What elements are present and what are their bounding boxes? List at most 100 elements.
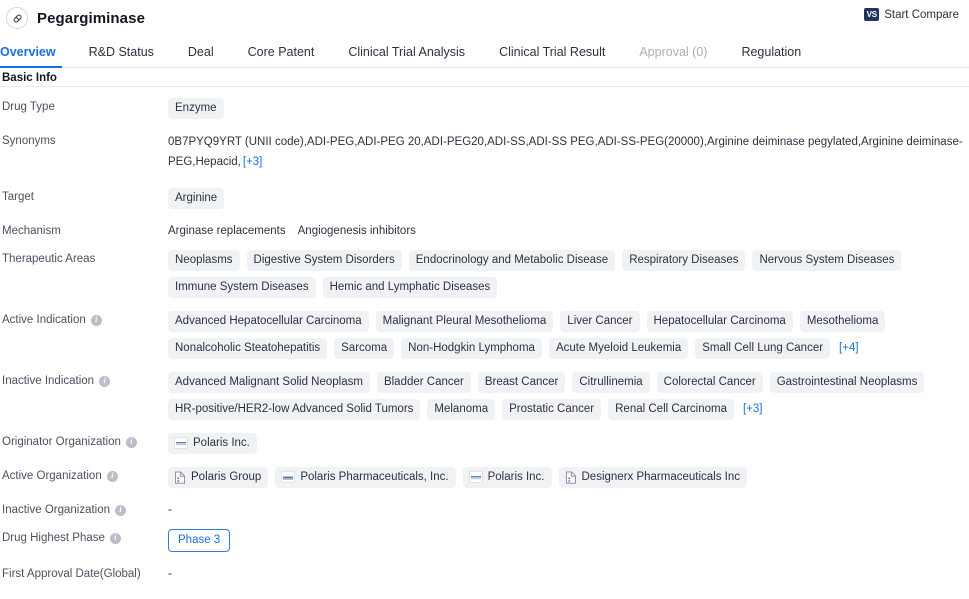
tab-deal[interactable]: Deal <box>171 45 231 67</box>
label-synonyms: Synonyms <box>0 132 168 147</box>
chip-list-inactive-indication: Advanced Malignant Solid Neoplasm Bladde… <box>168 372 963 420</box>
company-building-icon <box>565 471 577 484</box>
label-inactive-indication-text: Inactive Indication <box>2 375 95 387</box>
info-icon[interactable]: i <box>106 470 118 482</box>
info-icon[interactable]: i <box>125 436 137 448</box>
chip-item[interactable]: Respiratory Diseases <box>622 250 746 271</box>
tab-clinical-trial-result[interactable]: Clinical Trial Result <box>482 45 622 67</box>
first-approval-date-empty: - <box>168 568 172 580</box>
value-drug-highest-phase: Phase 3 <box>168 529 969 552</box>
label-therapeutic-areas-text: Therapeutic Areas <box>2 253 96 265</box>
info-icon[interactable]: i <box>115 504 127 516</box>
value-first-approval-date: - <box>168 565 969 580</box>
org-name: Designerx Pharmaceuticals Inc <box>581 471 741 483</box>
chip-item[interactable]: Immune System Diseases <box>168 277 316 298</box>
chip-item[interactable]: Mesothelioma <box>799 311 886 332</box>
label-originator-organization-text: Originator Organization <box>2 436 121 448</box>
active-indication-more-link[interactable]: [+4] <box>837 338 861 359</box>
value-drug-type: Enzyme <box>168 98 969 119</box>
mechanism-item[interactable]: Angiogenesis inhibitors <box>298 225 416 237</box>
value-target: Arginine <box>168 188 969 209</box>
info-icon[interactable]: i <box>109 532 121 544</box>
label-active-indication: Active Indication i <box>0 311 168 326</box>
chip-list-therapeutic-areas: Neoplasms Digestive System Disorders End… <box>168 250 963 298</box>
chip-list-active-organization: Polaris Group Polaris Pharmaceuticals, I… <box>168 467 963 488</box>
label-drug-type-text: Drug Type <box>2 101 55 113</box>
label-synonyms-text: Synonyms <box>2 135 56 147</box>
chip-item[interactable]: Malignant Pleural Mesothelioma <box>375 311 554 332</box>
mechanism-item[interactable]: Arginase replacements <box>168 225 286 237</box>
value-synonyms: 0B7PYQ9YRT (UNII code),ADI-PEG,ADI-PEG 2… <box>168 132 969 175</box>
chip-item[interactable]: Digestive System Disorders <box>246 250 402 271</box>
chip-item[interactable]: Arginine <box>168 188 225 209</box>
value-therapeutic-areas: Neoplasms Digestive System Disorders End… <box>168 250 969 298</box>
label-mechanism-text: Mechanism <box>2 225 61 237</box>
org-chip[interactable]: Polaris Pharmaceuticals, Inc. <box>275 467 456 488</box>
synonyms-more-link[interactable]: [+3] <box>241 151 265 175</box>
phase-badge[interactable]: Phase 3 <box>168 529 231 552</box>
chip-item[interactable]: Advanced Malignant Solid Neoplasm <box>168 372 370 393</box>
label-target-text: Target <box>2 191 34 203</box>
company-logo-icon <box>174 437 188 449</box>
chip-item[interactable]: Endocrinology and Metabolic Disease <box>408 250 616 271</box>
tab-core-patent[interactable]: Core Patent <box>231 45 332 67</box>
chip-item[interactable]: Renal Cell Carcinoma <box>608 399 734 420</box>
drug-title-group: Pegargiminase <box>6 7 145 29</box>
chip-item[interactable]: Liver Cancer <box>560 311 640 332</box>
basic-info-rows: Drug Type Enzyme Synonyms 0B7PYQ9YRT (UN… <box>0 87 969 586</box>
label-active-organization: Active Organization i <box>0 467 168 482</box>
chip-item[interactable]: Small Cell Lung Cancer <box>695 338 831 359</box>
row-active-organization: Active Organization i Polaris Group Pola… <box>0 460 969 494</box>
chip-item[interactable]: Nonalcoholic Steatohepatitis <box>168 338 328 359</box>
chip-item[interactable]: Colorectal Cancer <box>656 372 763 393</box>
tab-clinical-trial-analysis[interactable]: Clinical Trial Analysis <box>331 45 482 67</box>
chip-item[interactable]: HR-positive/HER2-low Advanced Solid Tumo… <box>168 399 421 420</box>
org-chip[interactable]: Designerx Pharmaceuticals Inc <box>558 467 748 488</box>
section-title-basic-info: Basic Info <box>0 68 969 87</box>
org-name: Polaris Pharmaceuticals, Inc. <box>300 471 449 483</box>
row-inactive-indication: Inactive Indication i Advanced Malignant… <box>0 365 969 426</box>
chip-item[interactable]: Bladder Cancer <box>376 372 471 393</box>
label-active-organization-text: Active Organization <box>2 470 102 482</box>
tab-overview[interactable]: Overview <box>0 45 72 68</box>
chip-item[interactable]: Hemic and Lymphatic Diseases <box>322 277 498 298</box>
inactive-indication-more-link[interactable]: [+3] <box>741 399 765 420</box>
chip-item[interactable]: Gastrointestinal Neoplasms <box>769 372 925 393</box>
info-icon[interactable]: i <box>90 314 102 326</box>
row-inactive-organization: Inactive Organization i - <box>0 494 969 522</box>
chip-item[interactable]: Advanced Hepatocellular Carcinoma <box>168 311 369 332</box>
org-chip[interactable]: Polaris Inc. <box>168 433 257 454</box>
tab-rd-status[interactable]: R&D Status <box>72 45 171 67</box>
info-icon[interactable]: i <box>99 375 111 387</box>
chip-item[interactable]: Sarcoma <box>334 338 395 359</box>
chip-item[interactable]: Prostatic Cancer <box>502 399 602 420</box>
chip-item[interactable]: Non-Hodgkin Lymphoma <box>401 338 542 359</box>
chip-item[interactable]: Neoplasms <box>168 250 240 271</box>
org-chip[interactable]: Polaris Inc. <box>462 467 552 488</box>
company-logo-icon <box>281 471 296 483</box>
label-drug-type: Drug Type <box>0 98 168 113</box>
label-therapeutic-areas: Therapeutic Areas <box>0 250 168 265</box>
chip-item[interactable]: Citrullinemia <box>572 372 650 393</box>
chip-item[interactable]: Hepatocellular Carcinoma <box>646 311 793 332</box>
start-compare-button[interactable]: VS Start Compare <box>864 8 959 21</box>
chip-item[interactable]: Nervous System Diseases <box>752 250 902 271</box>
value-mechanism: Arginase replacements Angiogenesis inhib… <box>168 222 969 237</box>
company-logo-icon <box>468 471 483 483</box>
label-inactive-organization: Inactive Organization i <box>0 501 168 516</box>
tab-approval: Approval (0) <box>639 45 708 59</box>
tab-regulation[interactable]: Regulation <box>724 45 818 67</box>
chip-item[interactable]: Enzyme <box>168 98 224 119</box>
label-mechanism: Mechanism <box>0 222 168 237</box>
chip-list-target: Arginine <box>168 188 963 209</box>
row-therapeutic-areas: Therapeutic Areas Neoplasms Digestive Sy… <box>0 243 969 304</box>
company-building-icon <box>174 471 186 484</box>
row-drug-type: Drug Type Enzyme <box>0 91 969 125</box>
chip-item[interactable]: Acute Myeloid Leukemia <box>548 338 689 359</box>
org-chip[interactable]: Polaris Group <box>168 467 269 488</box>
chip-item[interactable]: Breast Cancer <box>477 372 566 393</box>
label-originator-organization: Originator Organization i <box>0 433 168 448</box>
label-inactive-organization-text: Inactive Organization <box>2 504 111 516</box>
chip-item[interactable]: Melanoma <box>427 399 496 420</box>
row-drug-highest-phase: Drug Highest Phase i Phase 3 <box>0 522 969 558</box>
